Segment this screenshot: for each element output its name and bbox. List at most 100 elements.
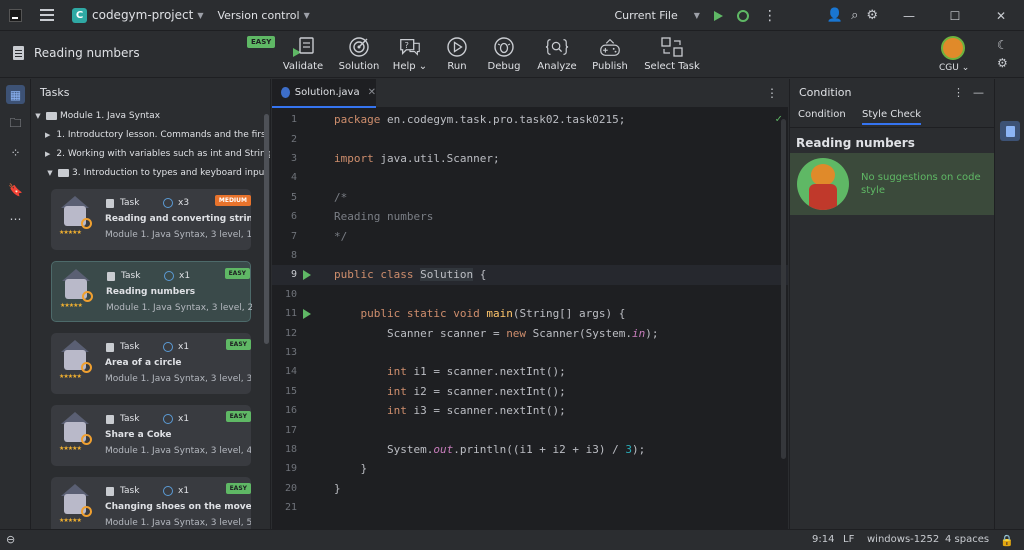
analyze-button[interactable]: Analyze bbox=[534, 31, 580, 78]
tab-condition[interactable]: Condition bbox=[798, 109, 846, 120]
expand-arrow-icon[interactable]: ▼ bbox=[45, 169, 55, 177]
bug-icon bbox=[492, 36, 516, 58]
task-card-selected[interactable]: ★★★★★ Task x1 EASY Reading numbers Modul… bbox=[51, 261, 252, 322]
line-number: 2 bbox=[290, 133, 297, 145]
code-token: Scanner(System. bbox=[526, 326, 633, 340]
task-location: Module 1. Java Syntax, 3 level, 4 lesson bbox=[105, 446, 251, 456]
debug-icon[interactable] bbox=[736, 9, 749, 22]
tree-item-level[interactable]: ▶ 2. Working with variables such as int … bbox=[31, 144, 270, 163]
editor-scrollbar[interactable] bbox=[781, 119, 786, 459]
tab-style-check[interactable]: Style Check bbox=[862, 109, 922, 125]
line-number: 10 bbox=[284, 288, 297, 300]
multiplier-icon bbox=[164, 271, 174, 281]
task-doc-icon bbox=[106, 415, 114, 424]
tabs-menu-icon[interactable]: ⋮ bbox=[766, 86, 778, 100]
code-token: java.util.Scanner; bbox=[373, 151, 500, 165]
code-area[interactable]: ✓ 1 package en.codegym.task.pro.task02.ta… bbox=[272, 108, 788, 529]
line-number: 6 bbox=[290, 211, 297, 223]
validate-button[interactable]: Validate bbox=[282, 31, 324, 78]
solution-button[interactable]: Solution bbox=[336, 31, 382, 78]
collapse-arrow-icon[interactable]: ▶ bbox=[45, 150, 50, 158]
code-token: ); bbox=[645, 326, 659, 340]
bookmarks-icon[interactable]: 🔖 bbox=[6, 180, 25, 199]
more-actions-icon[interactable]: ⋮ bbox=[763, 8, 777, 24]
code-token: public class bbox=[334, 268, 421, 282]
tree-item-level[interactable]: ▶ 1. Introductory lesson. Commands and t… bbox=[31, 125, 270, 144]
task-card[interactable]: ★★★★★ Task x1 EASY Changing shoes on the… bbox=[51, 477, 251, 529]
code-token: } bbox=[334, 481, 341, 495]
tree-item-module[interactable]: ▼ Module 1. Java Syntax bbox=[31, 106, 270, 125]
status-bar: ⊖ 9:14 LF windows-1252 4 spaces 🔒 bbox=[0, 529, 1024, 550]
task-location: Module 1. Java Syntax, 3 level, 2 lesson bbox=[106, 303, 252, 313]
task-card[interactable]: ★★★★★ Task x3 MEDIUM Reading and convert… bbox=[51, 189, 251, 250]
task-card[interactable]: ★★★★★ Task x1 EASY Area of a circle Modu… bbox=[51, 333, 251, 394]
code-token: (String[] args) { bbox=[512, 307, 626, 321]
task-doc-icon bbox=[106, 487, 114, 496]
debug-button[interactable]: Debug bbox=[485, 31, 523, 78]
run-button[interactable]: Run bbox=[440, 31, 474, 78]
run-icon[interactable] bbox=[713, 10, 723, 21]
line-separator[interactable]: LF bbox=[843, 534, 854, 545]
caret-position[interactable]: 9:14 bbox=[812, 534, 834, 545]
select-task-button[interactable]: Select Task bbox=[643, 31, 701, 78]
analyze-icon bbox=[545, 36, 569, 58]
line-number: 19 bbox=[284, 463, 297, 475]
code-token: int bbox=[334, 404, 407, 418]
expand-arrow-icon[interactable]: ▼ bbox=[33, 112, 43, 120]
task-doc-icon bbox=[107, 272, 115, 281]
user-menu[interactable]: CGU ⌄ bbox=[939, 63, 969, 73]
help-icon: ? bbox=[398, 36, 422, 58]
line-number: 17 bbox=[284, 424, 297, 436]
code-token: i1 = scanner.nextInt(); bbox=[406, 365, 566, 379]
more-tools-icon[interactable]: ⋯ bbox=[6, 209, 25, 228]
run-main-gutter-icon[interactable] bbox=[303, 308, 311, 319]
line-number: 9 bbox=[290, 269, 297, 281]
minimize-button[interactable]: — bbox=[886, 9, 932, 23]
tree-item-level[interactable]: ▼ 3. Introduction to types and keyboard … bbox=[31, 163, 270, 182]
line-number: 14 bbox=[284, 366, 297, 378]
tasks-panel: Tasks ▼ Module 1. Java Syntax ▶ 1. Intro… bbox=[31, 79, 271, 529]
task-kind: Task bbox=[120, 198, 140, 208]
problems-icon[interactable]: ⊖ bbox=[6, 533, 15, 546]
run-config-selector[interactable]: Current File bbox=[615, 9, 678, 22]
play-icon bbox=[445, 36, 469, 58]
file-encoding[interactable]: windows-1252 bbox=[867, 534, 939, 545]
condition-panel-icon[interactable] bbox=[1000, 121, 1020, 141]
settings-icon[interactable]: ⚙ bbox=[997, 56, 1008, 70]
theme-moon-icon[interactable]: ☾ bbox=[997, 38, 1008, 52]
project-selector[interactable]: codegym-project bbox=[92, 8, 193, 22]
code-token: en.codegym.task.pro.task02.task0215; bbox=[380, 113, 626, 127]
maximize-button[interactable]: ☐ bbox=[932, 9, 978, 23]
run-class-gutter-icon[interactable] bbox=[303, 269, 311, 280]
line-number: 15 bbox=[284, 385, 297, 397]
tasks-panel-icon[interactable]: ▦ bbox=[6, 85, 25, 104]
publish-button[interactable]: Publish bbox=[589, 31, 631, 78]
close-button[interactable]: ✕ bbox=[978, 9, 1024, 23]
code-comment: */ bbox=[334, 229, 348, 243]
editor-tab-solution[interactable]: Solution.java ✕ bbox=[272, 79, 376, 108]
structure-icon[interactable]: ⁘ bbox=[6, 143, 25, 162]
code-token: Scanner scanner = bbox=[334, 326, 507, 340]
chevron-down-icon: ▼ bbox=[303, 10, 310, 20]
lock-icon[interactable]: 🔒 bbox=[1000, 534, 1014, 547]
close-tab-icon[interactable]: ✕ bbox=[368, 87, 376, 98]
condition-task-title: Reading numbers bbox=[796, 136, 915, 150]
settings-icon[interactable]: ⚙ bbox=[866, 8, 878, 23]
project-folder-icon[interactable]: 🗀 bbox=[6, 115, 25, 134]
hide-panel-icon[interactable]: — bbox=[973, 86, 984, 99]
version-control-menu[interactable]: Version control bbox=[217, 9, 299, 22]
task-card[interactable]: ★★★★★ Task x1 EASY Share a Coke Module 1… bbox=[51, 405, 251, 466]
help-button[interactable]: ? Help ⌄ bbox=[390, 31, 430, 78]
task-name: Area of a circle bbox=[105, 358, 182, 368]
add-user-icon[interactable]: 👤 bbox=[827, 8, 843, 23]
user-avatar[interactable] bbox=[941, 36, 965, 60]
main-menu-icon[interactable] bbox=[40, 9, 54, 21]
code-token: } bbox=[334, 462, 368, 476]
tasks-scrollbar[interactable] bbox=[264, 114, 269, 344]
indent-setting[interactable]: 4 spaces bbox=[945, 534, 989, 545]
run-label: Run bbox=[447, 61, 467, 72]
collapse-arrow-icon[interactable]: ▶ bbox=[45, 131, 50, 139]
search-icon[interactable]: ⌕ bbox=[851, 8, 858, 23]
panel-options-icon[interactable]: ⋮ bbox=[953, 86, 964, 99]
multiplier-icon bbox=[163, 198, 173, 208]
